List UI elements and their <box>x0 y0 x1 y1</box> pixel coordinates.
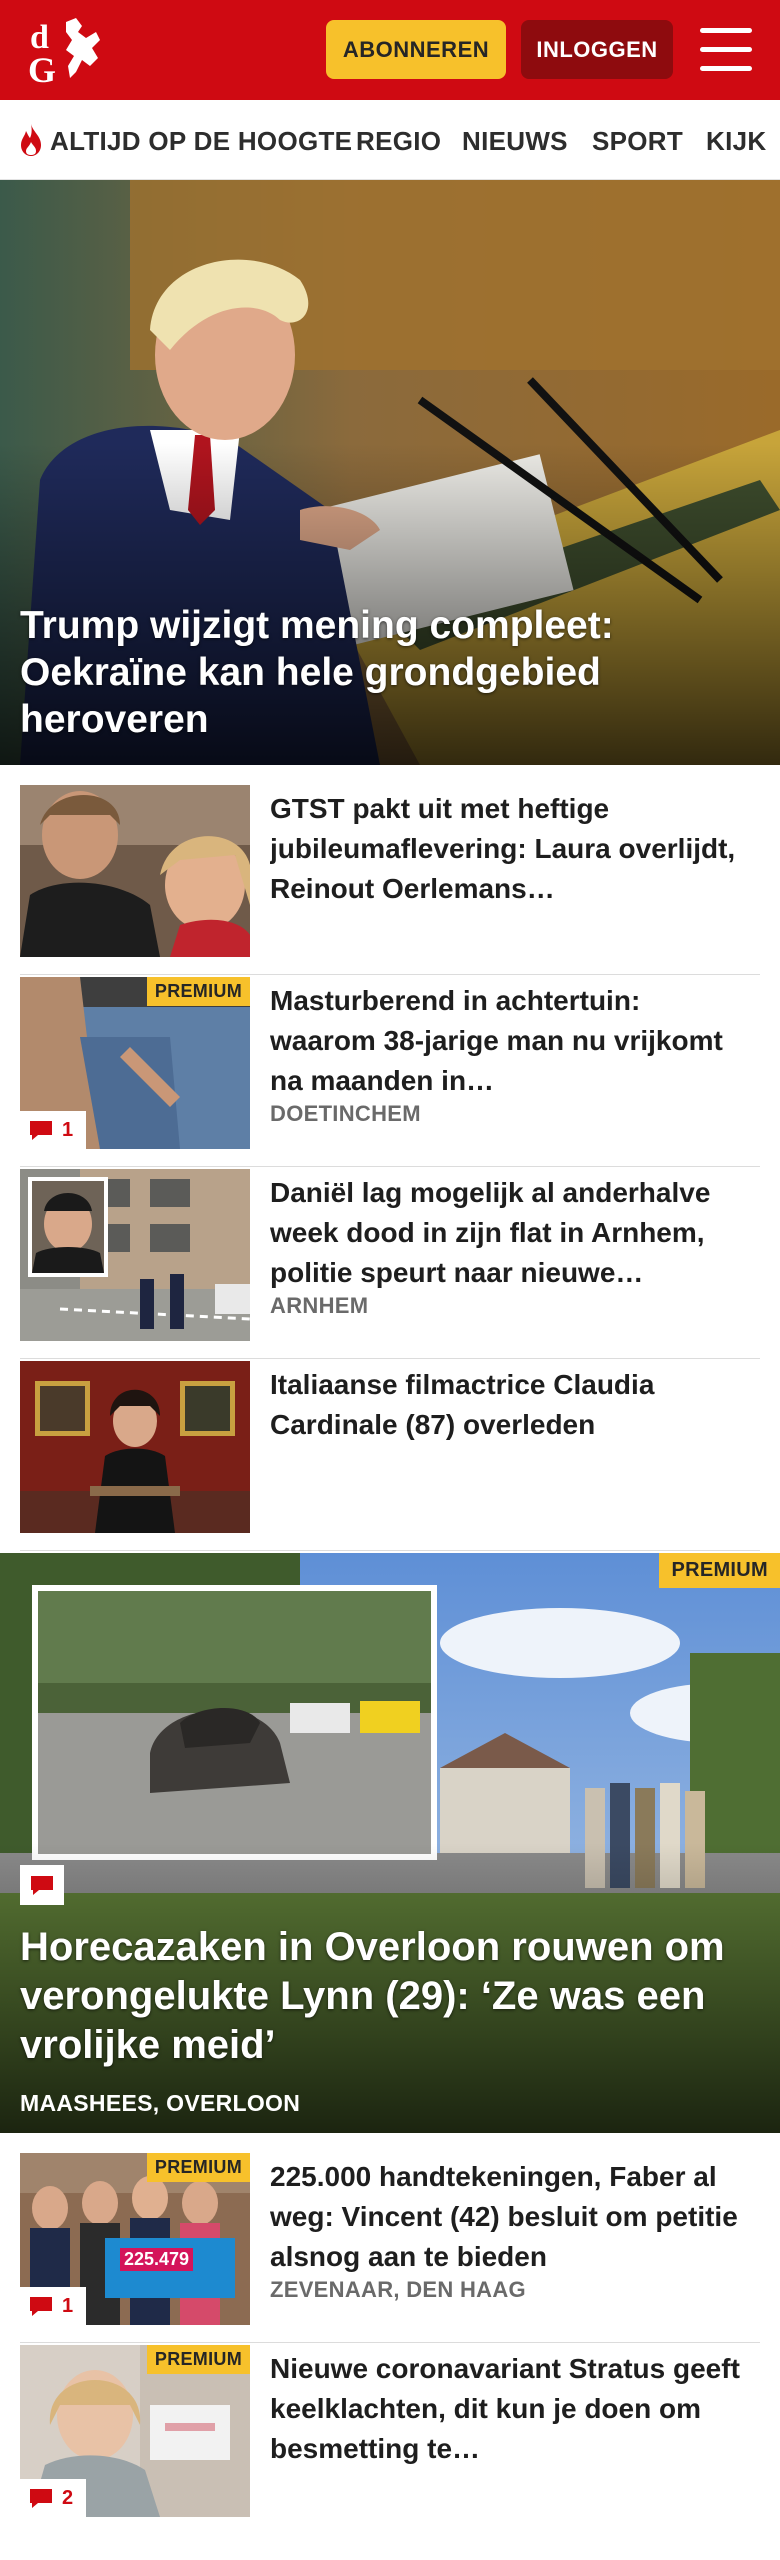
list-item[interactable]: Italiaanse filmactrice Claudia Cardinale… <box>20 1361 760 1551</box>
nav-item-kijk[interactable]: KIJK <box>706 126 766 157</box>
story-title[interactable]: GTST pakt uit met heftige jubileumafleve… <box>270 789 750 909</box>
section-nav: ALTIJD OP DE HOOGTE REGIO NIEUWS SPORT K… <box>0 100 780 180</box>
story-location[interactable]: ARNHEM <box>270 1293 368 1319</box>
list-item[interactable]: PREMIUM 2 Nieuwe coronavariant Stratus g… <box>20 2345 760 2535</box>
hero-title[interactable]: Trump wijzigt mening compleet: Oekraïne … <box>20 602 720 743</box>
list-item[interactable]: GTST pakt uit met heftige jubileumafleve… <box>20 785 760 975</box>
story-title[interactable]: 225.000 handtekeningen, Faber al weg: Vi… <box>270 2157 750 2277</box>
hamburger-menu-icon[interactable] <box>700 28 752 72</box>
logo-letter-g: G <box>28 50 56 86</box>
list-item[interactable]: PREMIUM 1 Masturberend in achtertuin: wa… <box>20 977 760 1167</box>
nav-item-regio[interactable]: REGIO <box>356 126 441 157</box>
premium-badge: PREMIUM <box>659 1553 780 1588</box>
story-location[interactable]: DOETINCHEM <box>270 1101 421 1127</box>
hero-article[interactable]: Trump wijzigt mening compleet: Oekraïne … <box>0 180 780 765</box>
story-title[interactable]: Italiaanse filmactrice Claudia Cardinale… <box>270 1365 750 1445</box>
comment-bubble-icon <box>30 2489 52 2508</box>
comment-count-value: 1 <box>62 2294 74 2317</box>
story-thumbnail: PREMIUM 1 <box>20 977 250 1149</box>
comment-count[interactable]: 2 <box>20 2479 86 2517</box>
comment-count[interactable]: 1 <box>20 1111 86 1149</box>
story-location[interactable]: ZEVENAAR, DEN HAAG <box>270 2277 526 2303</box>
petition-sign-label: 225.479 <box>120 2248 194 2271</box>
comment-bubble-icon <box>31 1876 53 1895</box>
comment-count[interactable]: 1 <box>20 2287 86 2325</box>
comment-bubble-icon <box>30 1121 52 1140</box>
logo[interactable]: d G <box>26 14 114 86</box>
story-thumbnail <box>20 785 250 957</box>
site-header: d G ABONNEREN INLOGGEN <box>0 0 780 100</box>
premium-badge: PREMIUM <box>146 2153 250 2182</box>
list-item[interactable]: Daniël lag mogelijk al anderhalve week d… <box>20 1169 760 1359</box>
featured-article[interactable]: PREMIUM Horecazaken in Overloon rouwen o… <box>0 1553 780 2133</box>
comment-count-value: 2 <box>62 2486 74 2509</box>
flame-icon <box>21 124 41 156</box>
logo-horse-icon <box>66 18 100 78</box>
nav-item-nieuws[interactable]: NIEUWS <box>462 126 568 157</box>
login-button[interactable]: INLOGGEN <box>521 20 673 79</box>
premium-badge: PREMIUM <box>146 977 250 1006</box>
story-thumbnail: 225.479 PREMIUM 1 <box>20 2153 250 2325</box>
premium-badge: PREMIUM <box>146 2345 250 2374</box>
story-thumbnail: PREMIUM 2 <box>20 2345 250 2517</box>
comment-bubble-icon <box>30 2297 52 2316</box>
list-item[interactable]: 225.479 PREMIUM 1 225.000 handtekeningen… <box>20 2153 760 2343</box>
featured-location[interactable]: MAASHEES, OVERLOON <box>20 2090 300 2117</box>
nav-item-altijd-op-de-hoogte[interactable]: ALTIJD OP DE HOOGTE <box>50 126 352 157</box>
story-thumbnail <box>20 1361 250 1533</box>
featured-title[interactable]: Horecazaken in Overloon rouwen om verong… <box>20 1923 760 2070</box>
story-title[interactable]: Masturberend in achtertuin: waarom 38-ja… <box>270 981 750 1101</box>
story-thumbnail <box>20 1169 250 1341</box>
story-title[interactable]: Nieuwe coronavariant Stratus geeft keelk… <box>270 2349 750 2469</box>
comment-count-value: 1 <box>62 1118 74 1141</box>
nav-item-sport[interactable]: SPORT <box>592 126 683 157</box>
story-title[interactable]: Daniël lag mogelijk al anderhalve week d… <box>270 1173 750 1293</box>
comment-count[interactable] <box>20 1865 64 1905</box>
subscribe-button[interactable]: ABONNEREN <box>326 20 506 79</box>
